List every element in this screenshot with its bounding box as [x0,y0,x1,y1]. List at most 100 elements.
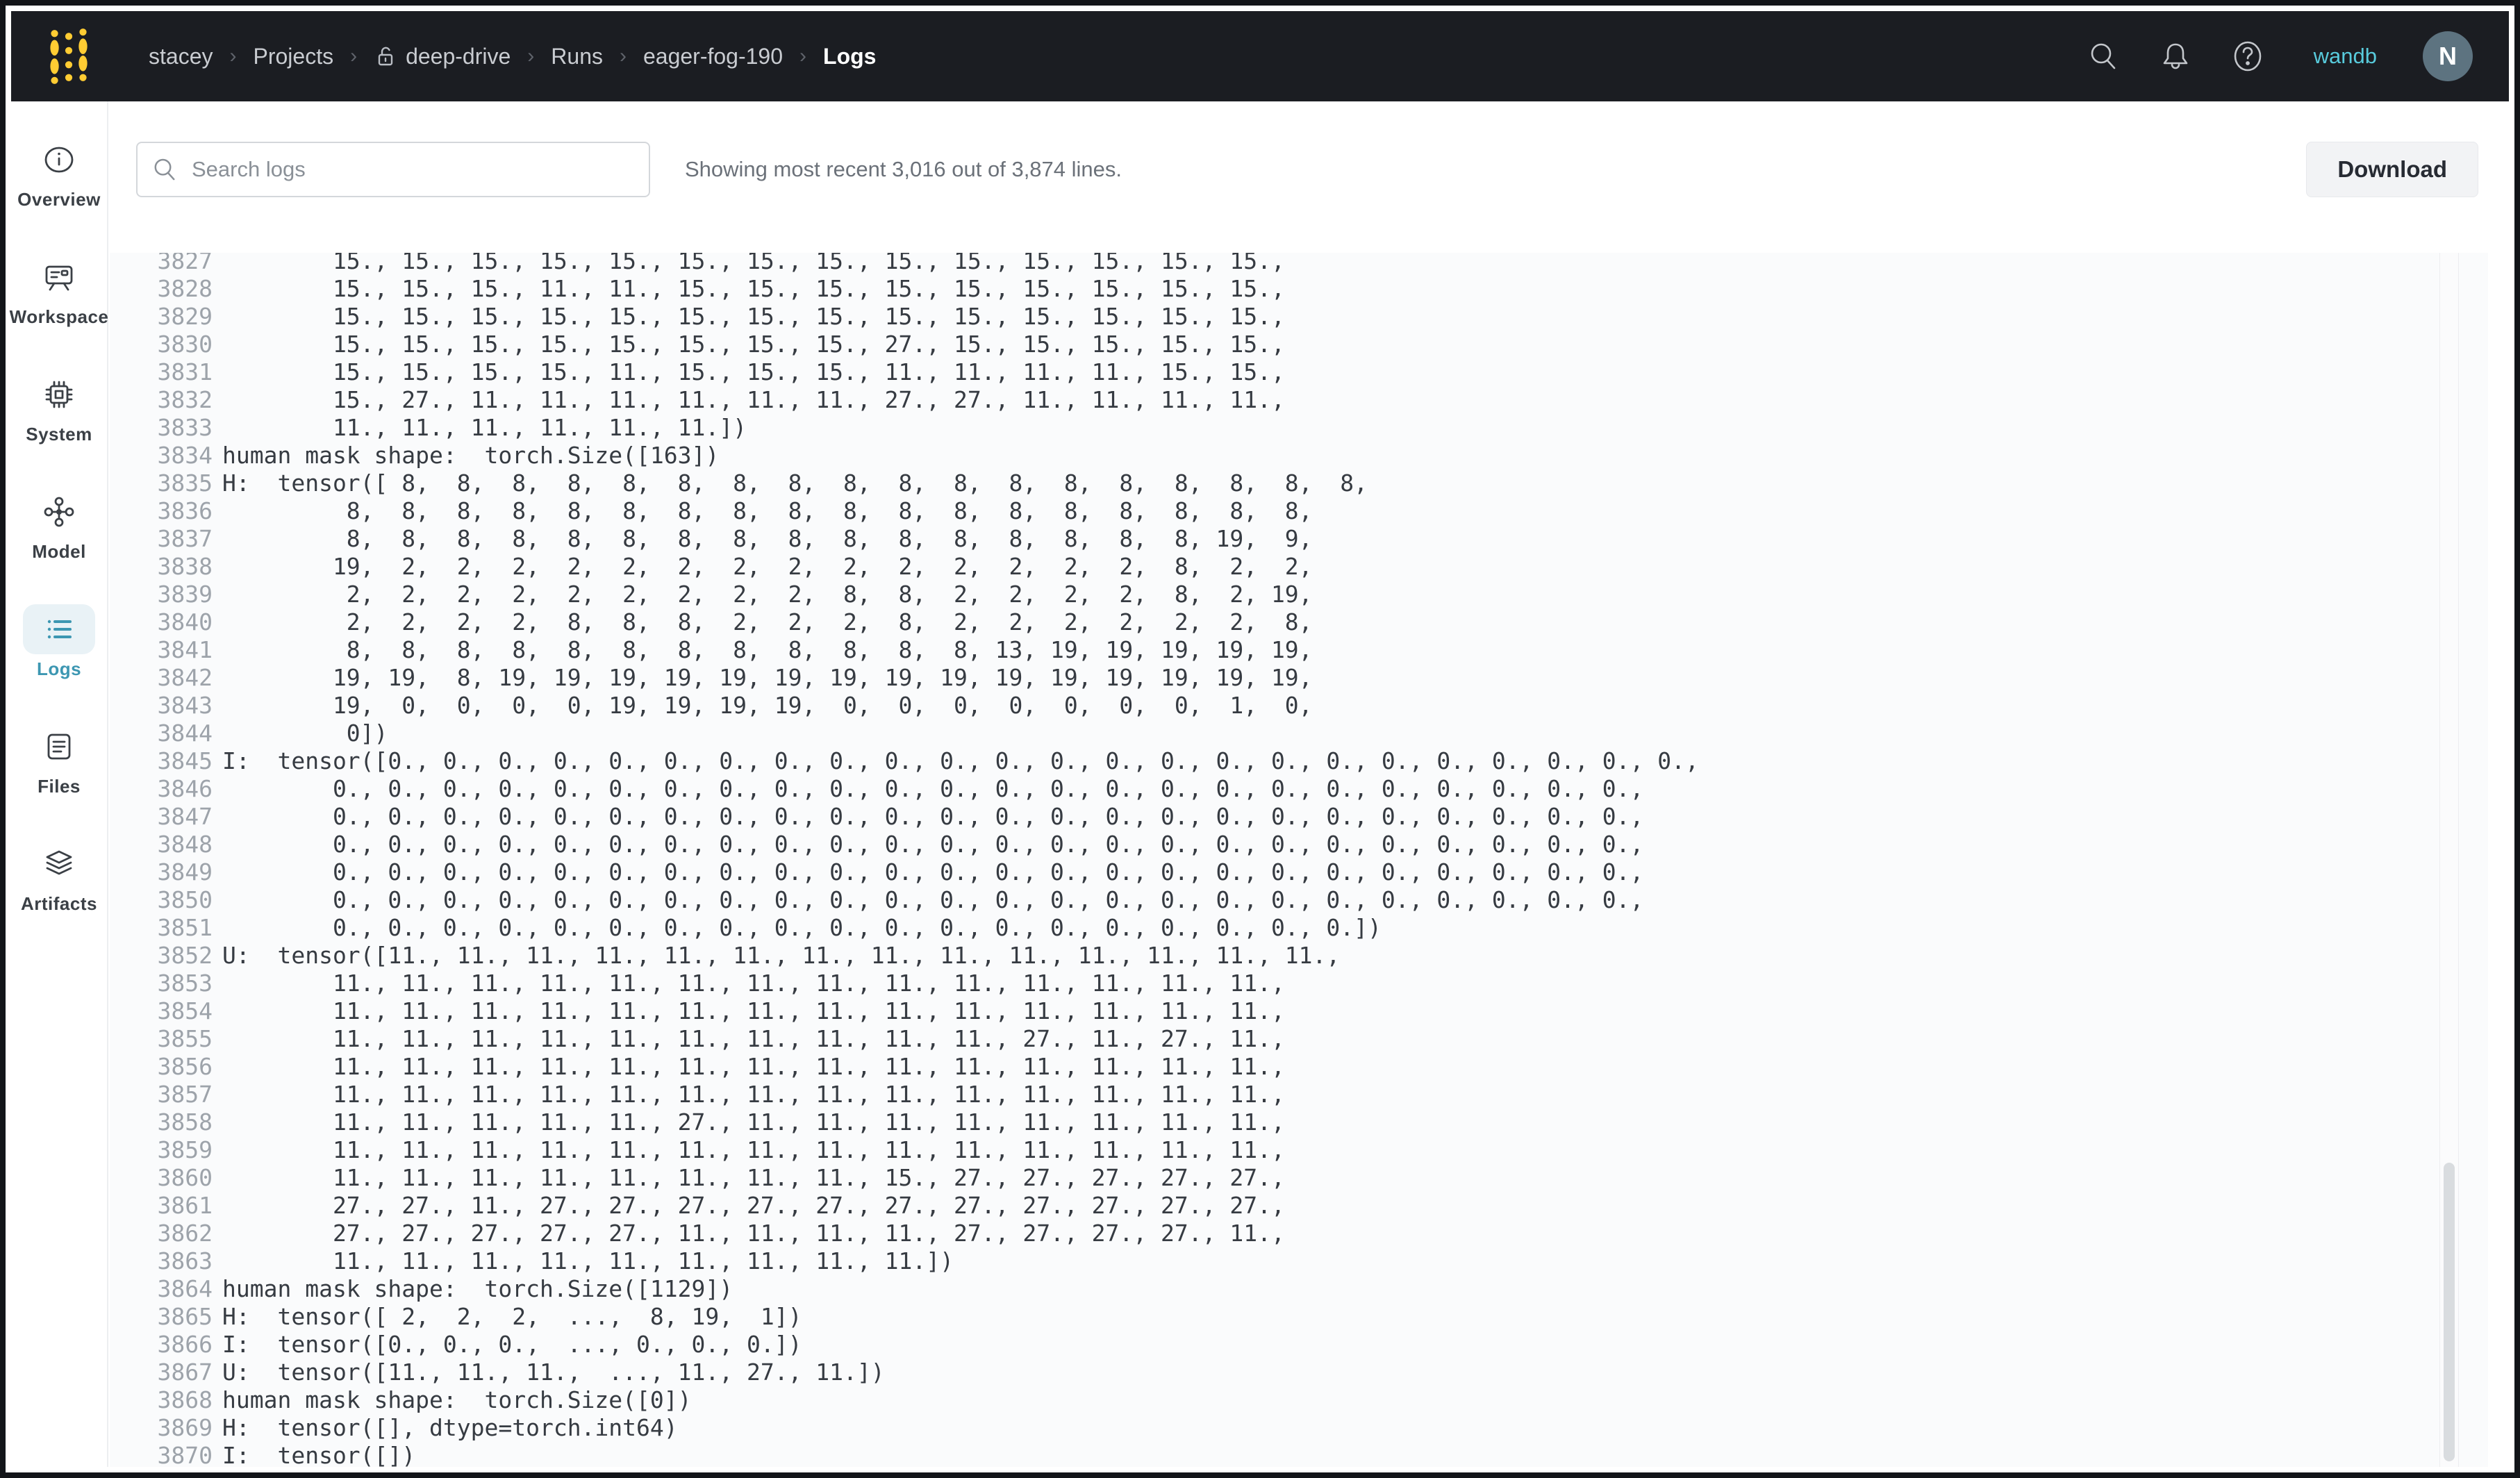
log-viewer[interactable]: 3827 15., 15., 15., 15., 15., 15., 15., … [110,253,2488,1467]
log-line-number: 3849 [154,858,213,886]
search-input[interactable] [190,156,635,183]
sidebar-item-artifacts[interactable]: Artifacts [21,839,97,915]
log-line-number: 3868 [154,1386,213,1414]
log-line-number: 3832 [154,386,213,414]
breadcrumb-separator: › [527,44,534,68]
log-line-text: I: tensor([0., 0., 0., ..., 0., 0., 0.]) [222,1331,802,1359]
log-line: 3862 27., 27., 27., 27., 27., 11., 11., … [154,1220,2488,1247]
log-line: 3838 19, 2, 2, 2, 2, 2, 2, 2, 2, 2, 2, 2… [154,553,2488,581]
log-line-number: 3834 [154,442,213,470]
log-line-number: 3829 [154,303,213,331]
log-line: 3861 27., 27., 11., 27., 27., 27., 27., … [154,1192,2488,1220]
sidebar-item-label: Overview [17,189,101,210]
log-line-number: 3862 [154,1220,213,1247]
log-line: 3850 0., 0., 0., 0., 0., 0., 0., 0., 0.,… [154,886,2488,914]
breadcrumb-item-logs[interactable]: Logs [823,44,876,69]
log-line: 3864human mask shape: torch.Size([1129]) [154,1275,2488,1303]
log-line-text: H: tensor([ 8, 8, 8, 8, 8, 8, 8, 8, 8, 8… [222,470,1368,497]
top-nav-bar: stacey›Projects›deep-drive›Runs›eager-fo… [11,11,2509,101]
log-line: 3829 15., 15., 15., 15., 15., 15., 15., … [154,303,2488,331]
log-line: 3860 11., 11., 11., 11., 11., 11., 11., … [154,1164,2488,1192]
log-line: 3839 2, 2, 2, 2, 2, 2, 2, 2, 2, 8, 8, 2,… [154,581,2488,608]
log-line: 3855 11., 11., 11., 11., 11., 11., 11., … [154,1025,2488,1053]
log-line-number: 3840 [154,608,213,636]
log-line-number: 3837 [154,525,213,553]
log-line: 3849 0., 0., 0., 0., 0., 0., 0., 0., 0.,… [154,858,2488,886]
log-line-text: U: tensor([11., 11., 11., 11., 11., 11.,… [222,942,1340,970]
breadcrumb-item-eager-fog-190[interactable]: eager-fog-190 [643,44,783,69]
bell-icon[interactable] [2160,40,2191,72]
breadcrumb-label: Logs [823,44,876,69]
search-icon[interactable] [2087,40,2119,72]
log-line-number: 3844 [154,720,213,747]
log-line: 3858 11., 11., 11., 11., 11., 27., 11., … [154,1108,2488,1136]
log-line: 3836 8, 8, 8, 8, 8, 8, 8, 8, 8, 8, 8, 8,… [154,497,2488,525]
log-scrollbar-thumb[interactable] [2444,1163,2455,1461]
log-line: 3834human mask shape: torch.Size([163]) [154,442,2488,470]
breadcrumb-item-runs[interactable]: Runs [551,44,603,69]
log-line-text: 11., 11., 11., 11., 11., 11., 11., 11., … [222,1164,1285,1192]
breadcrumb-label: eager-fog-190 [643,44,783,69]
log-line-text: human mask shape: torch.Size([0]) [222,1386,692,1414]
log-line: 3842 19, 19, 8, 19, 19, 19, 19, 19, 19, … [154,664,2488,692]
sidebar-item-label: Model [32,541,86,563]
log-line-number: 3833 [154,414,213,442]
sidebar-item-model[interactable]: Model [23,487,95,563]
log-line-number: 3828 [154,275,213,303]
log-line: 3837 8, 8, 8, 8, 8, 8, 8, 8, 8, 8, 8, 8,… [154,525,2488,553]
sidebar-item-files[interactable]: Files [23,722,95,797]
log-line-number: 3847 [154,803,213,831]
workspace-board-icon [23,252,95,302]
breadcrumb: stacey›Projects›deep-drive›Runs›eager-fo… [149,44,876,69]
log-line-number: 3850 [154,886,213,914]
log-line-number: 3835 [154,470,213,497]
log-line-number: 3858 [154,1108,213,1136]
breadcrumb-label: stacey [149,44,213,69]
sidebar-item-system[interactable]: System [23,370,95,445]
breadcrumb-item-projects[interactable]: Projects [253,44,333,69]
log-line-number: 3855 [154,1025,213,1053]
log-line-number: 3869 [154,1414,213,1442]
log-line-text: I: tensor([0., 0., 0., 0., 0., 0., 0., 0… [222,747,1699,775]
log-line-number: 3842 [154,664,213,692]
sidebar-item-logs[interactable]: Logs [23,604,95,680]
log-line-number: 3831 [154,358,213,386]
sidebar-item-label: Logs [37,658,81,680]
info-circle-icon [23,135,95,185]
avatar[interactable]: N [2423,31,2473,81]
download-button[interactable]: Download [2306,142,2478,197]
username-link[interactable]: wandb [2314,44,2377,69]
log-line-text: 11., 11., 11., 11., 11., 11., 11., 11., … [222,1136,1285,1164]
log-line-text: 11., 11., 11., 11., 11., 11., 11., 11., … [222,1081,1285,1108]
log-line-number: 3830 [154,331,213,358]
log-line-text: H: tensor([ 2, 2, 2, ..., 8, 19, 1]) [222,1303,802,1331]
breadcrumb-item-deep-drive[interactable]: deep-drive [374,44,511,69]
log-line-text: 15., 15., 15., 15., 11., 15., 15., 15., … [222,358,1285,386]
log-line: 3832 15., 27., 11., 11., 11., 11., 11., … [154,386,2488,414]
breadcrumb-item-stacey[interactable]: stacey [149,44,213,69]
file-icon [23,722,95,772]
log-line-text: 2, 2, 2, 2, 8, 8, 8, 2, 2, 2, 8, 2, 2, 2… [222,608,1313,636]
model-graph-icon [23,487,95,537]
sidebar-item-label: Artifacts [21,893,97,915]
log-line-text: 11., 11., 11., 11., 11., 11., 11., 11., … [222,1025,1285,1053]
log-count-status: Showing most recent 3,016 out of 3,874 l… [685,157,1122,182]
sidebar-item-overview[interactable]: Overview [17,135,101,210]
log-line-text: 8, 8, 8, 8, 8, 8, 8, 8, 8, 8, 8, 8, 8, 8… [222,497,1313,525]
log-line-text: 0]) [222,720,388,747]
log-scrollbar[interactable] [2439,253,2459,1467]
log-line: 3847 0., 0., 0., 0., 0., 0., 0., 0., 0.,… [154,803,2488,831]
breadcrumb-separator: › [799,44,806,68]
wandb-logo-icon[interactable] [49,26,89,86]
help-icon[interactable] [2232,40,2264,72]
log-line-text: 8, 8, 8, 8, 8, 8, 8, 8, 8, 8, 8, 8, 13, … [222,636,1313,664]
log-line-text: 11., 11., 11., 11., 11., 11., 11., 11., … [222,1053,1285,1081]
log-line-number: 3856 [154,1053,213,1081]
breadcrumb-label: Runs [551,44,603,69]
sidebar-item-workspace[interactable]: Workspace [10,252,109,328]
log-line: 3844 0]) [154,720,2488,747]
log-line-text: 15., 15., 15., 15., 15., 15., 15., 15., … [222,303,1285,331]
breadcrumb-separator: › [229,44,236,68]
log-line: 3845I: tensor([0., 0., 0., 0., 0., 0., 0… [154,747,2488,775]
log-line-text: 11., 11., 11., 11., 11., 27., 11., 11., … [222,1108,1285,1136]
